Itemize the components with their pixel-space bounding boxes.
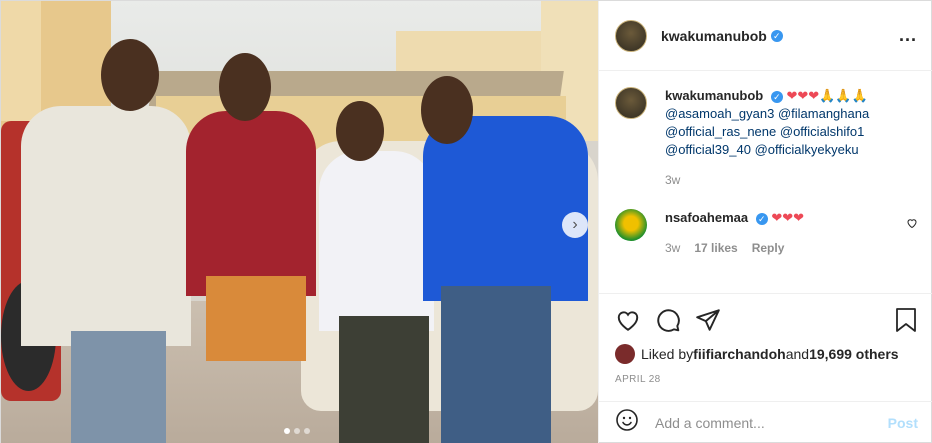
instagram-post: GH › kwakumanubob ✓ ... <box>0 0 932 443</box>
verified-icon: ✓ <box>770 90 783 103</box>
likes-prefix: Liked by <box>641 346 694 362</box>
person-1-head <box>101 39 159 111</box>
comment-time[interactable]: 3w <box>665 239 680 257</box>
caption-meta: 3w <box>665 171 918 189</box>
person-2-shorts <box>206 276 306 361</box>
person-3-pants <box>339 316 429 443</box>
comment-reply-button[interactable]: Reply <box>752 239 785 257</box>
carousel-dot <box>304 428 310 434</box>
likes-middle: and <box>785 346 810 362</box>
author-avatar[interactable] <box>615 19 647 52</box>
carousel-dot <box>294 428 300 434</box>
post-date[interactable]: APRIL 28 <box>615 374 918 385</box>
mention-link[interactable]: @official_ras_nene <box>665 124 776 139</box>
likes-summary: Liked by fiifiarchandoh and 19,699 other… <box>615 344 918 364</box>
like-heart-icon[interactable] <box>615 307 641 333</box>
comment-bubble-icon[interactable] <box>655 307 681 333</box>
action-icons-row <box>615 306 918 334</box>
caption-emojis: ❤❤❤🙏🙏🙏 <box>786 88 868 103</box>
person-2-shirt <box>186 111 316 296</box>
mention-link[interactable]: @official39_40 <box>665 142 751 157</box>
caption-body: kwakumanubob ✓ ❤❤❤🙏🙏🙏 @asamoah_gyan3 @fi… <box>665 87 918 189</box>
comment-input[interactable] <box>655 415 888 431</box>
photo-building-left-wall <box>1 1 41 121</box>
post-sidebar: kwakumanubob ✓ ... kwakumanubob ✓ ❤❤❤🙏🙏🙏… <box>598 1 932 443</box>
caption-time[interactable]: 3w <box>665 171 680 189</box>
mention-link[interactable]: @officialkyekyeku <box>755 142 859 157</box>
caption-username[interactable]: kwakumanubob <box>665 88 763 103</box>
post-comment-button[interactable]: Post <box>888 415 918 431</box>
caption-item: kwakumanubob ✓ ❤❤❤🙏🙏🙏 @asamoah_gyan3 @fi… <box>615 87 918 189</box>
person-1-jeans <box>71 331 166 443</box>
person-3-head <box>336 101 384 161</box>
post-header: kwakumanubob ✓ ... <box>599 1 932 71</box>
person-4-head <box>421 76 473 144</box>
post-photo[interactable]: GH › <box>1 1 598 443</box>
comment-text: ❤❤❤ <box>771 210 805 225</box>
comment-body: nsafoahemaa ✓ ❤❤❤ 3w 17 likes Reply <box>665 209 906 257</box>
verified-icon: ✓ <box>755 212 768 225</box>
person-3-shirt <box>319 151 434 331</box>
author-username[interactable]: kwakumanubob <box>661 28 767 44</box>
commenter-avatar[interactable] <box>615 209 647 241</box>
share-paper-plane-icon[interactable] <box>695 307 721 333</box>
mention-link[interactable]: @asamoah_gyan3 <box>665 106 774 121</box>
carousel-next-button[interactable]: › <box>562 212 588 238</box>
comment-meta: 3w 17 likes Reply <box>665 239 906 257</box>
more-options-icon[interactable]: ... <box>899 25 917 46</box>
liker-username[interactable]: fiifiarchandoh <box>693 346 786 362</box>
save-bookmark-icon[interactable] <box>894 307 918 333</box>
carousel-dots <box>284 428 310 434</box>
verified-icon: ✓ <box>770 29 783 42</box>
caption-avatar[interactable] <box>615 87 647 119</box>
emoji-smiley-icon[interactable] <box>615 408 639 438</box>
mention-link[interactable]: @officialshifo1 <box>780 124 865 139</box>
add-comment-bar: Post <box>599 401 932 443</box>
mention-link[interactable]: @filamanghana <box>778 106 869 121</box>
person-2-head <box>219 53 271 121</box>
commenter-username[interactable]: nsafoahemaa <box>665 210 748 225</box>
carousel-dot-active <box>284 428 290 434</box>
comment-likes[interactable]: 17 likes <box>694 239 737 257</box>
person-4-jeans <box>441 286 551 443</box>
comment-item: nsafoahemaa ✓ ❤❤❤ 3w 17 likes Reply <box>615 209 918 257</box>
comments-section: kwakumanubob ✓ ❤❤❤🙏🙏🙏 @asamoah_gyan3 @fi… <box>599 71 932 293</box>
comment-like-heart-icon[interactable] <box>906 217 918 257</box>
likes-count[interactable]: 19,699 others <box>809 346 899 362</box>
person-1-shirt <box>21 106 191 346</box>
liker-avatar[interactable] <box>615 344 635 364</box>
